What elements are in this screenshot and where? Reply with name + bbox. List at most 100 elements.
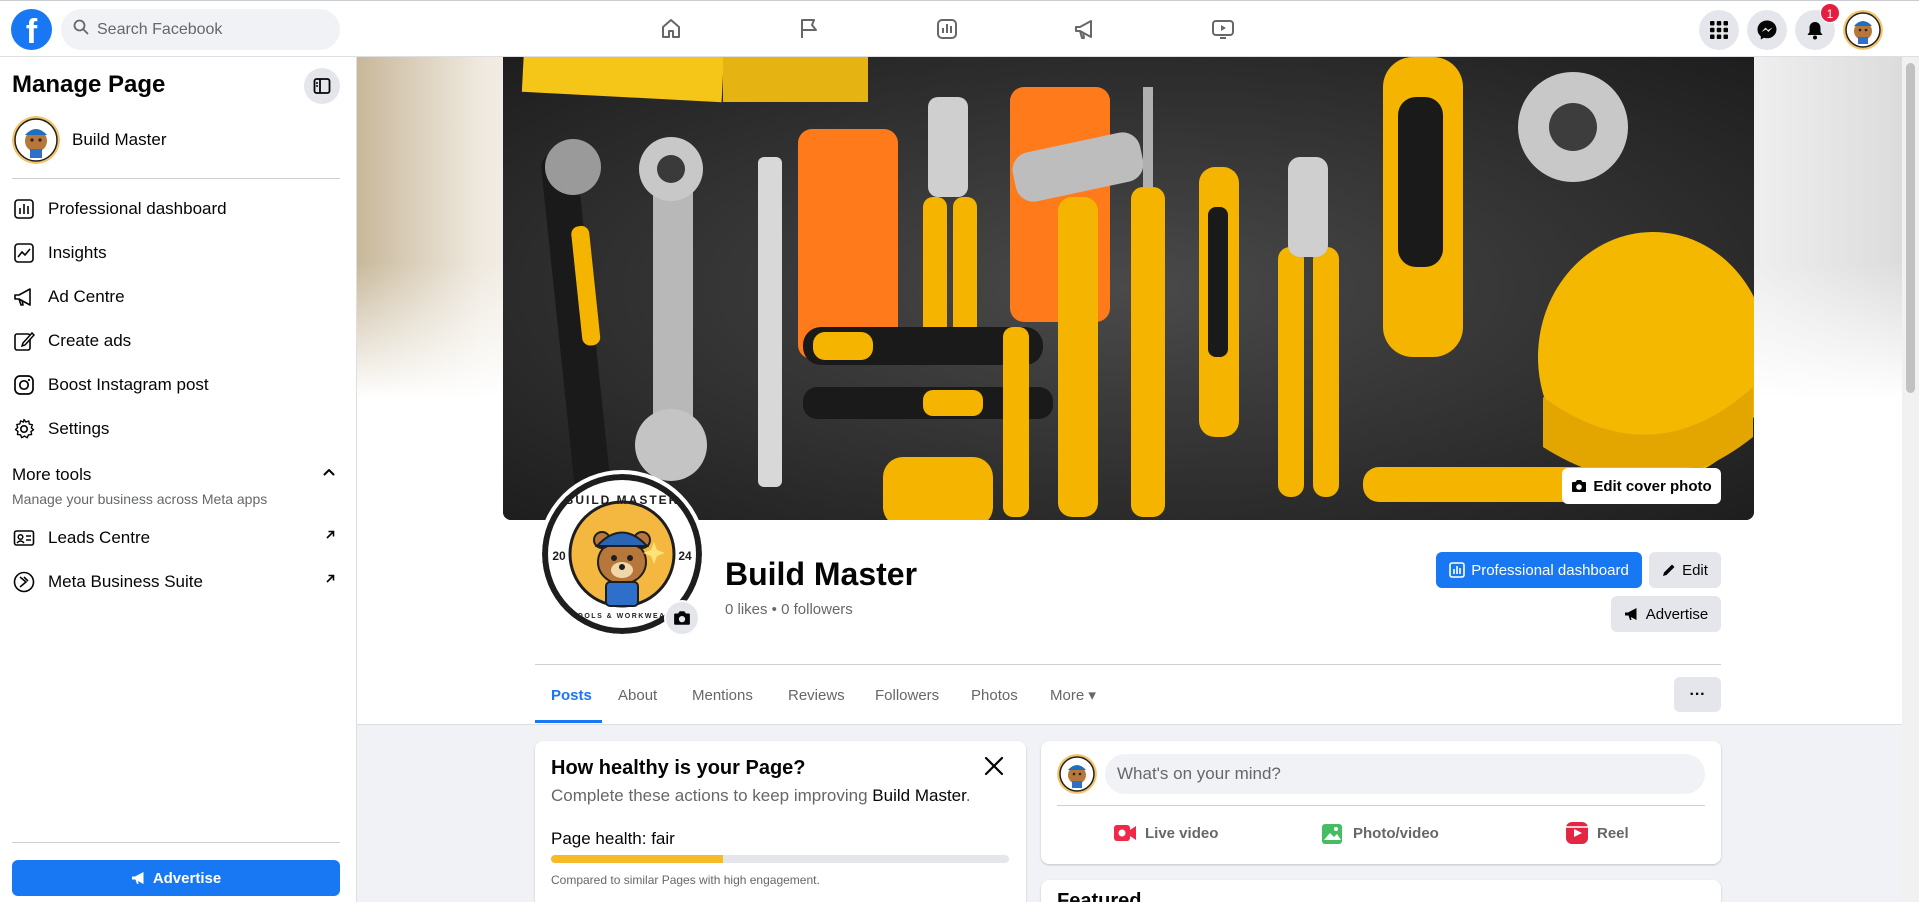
dashboard-icon	[12, 197, 36, 221]
sidebar-item-professional-dashboard[interactable]: Professional dashboard	[12, 191, 340, 227]
sidebar-page-switcher[interactable]: Build Master	[12, 116, 166, 164]
page-health-progress-bar	[551, 855, 1009, 863]
composer-input[interactable]	[1105, 754, 1705, 794]
top-navigation-bar: f 1	[0, 0, 1919, 57]
edit-cover-label: Edit cover photo	[1593, 477, 1712, 495]
composer-avatar[interactable]	[1057, 754, 1097, 794]
health-card-subtitle: Complete these actions to keep improving…	[551, 786, 971, 806]
search-input[interactable]	[97, 20, 317, 39]
badge-year-right: 24	[678, 549, 692, 563]
collapse-sidebar-icon[interactable]	[304, 68, 340, 104]
chevron-up-icon[interactable]	[322, 465, 336, 482]
photo-video-label: Photo/video	[1353, 824, 1439, 842]
pencil-icon	[12, 329, 36, 353]
megaphone-icon[interactable]	[1067, 13, 1103, 45]
search-box[interactable]	[61, 9, 340, 50]
sidebar-item-label: Boost Instagram post	[48, 375, 209, 394]
photo-video-button[interactable]: Photo/video	[1321, 813, 1439, 853]
sidebar-item-label: Insights	[48, 243, 107, 262]
tab-more[interactable]: More ▾	[1050, 670, 1096, 720]
advertise-label: Advertise	[152, 869, 222, 887]
pencil-icon	[1662, 563, 1676, 577]
page-avatar	[12, 116, 60, 164]
badge-year-left: 20	[552, 549, 566, 563]
edit-cover-photo-button[interactable]: Edit cover photo	[1562, 468, 1721, 504]
sidebar-item-insights[interactable]: Insights	[12, 235, 340, 271]
tab-photos[interactable]: Photos	[971, 670, 1018, 720]
megaphone-icon	[1624, 606, 1640, 622]
live-video-label: Live video	[1145, 824, 1219, 842]
menu-grid-icon[interactable]	[1699, 10, 1739, 50]
sidebar-item-label: Create ads	[48, 331, 132, 350]
tab-reviews[interactable]: Reviews	[788, 670, 845, 720]
professional-dashboard-button[interactable]: Professional dashboard	[1436, 552, 1642, 588]
sidebar-advertise-button[interactable]: Advertise	[12, 860, 340, 896]
megaphone-icon	[12, 285, 36, 309]
more-tools-heading[interactable]: More tools	[12, 465, 91, 485]
sidebar-item-label: Leads Centre	[48, 528, 151, 547]
live-video-button[interactable]: Live video	[1113, 813, 1218, 853]
health-card-subtitle-suffix: .	[965, 786, 971, 805]
sidebar-item-label: Ad Centre	[48, 287, 125, 306]
video-icon[interactable]	[1205, 13, 1241, 45]
gear-icon	[12, 417, 36, 441]
sidebar-item-settings[interactable]: Settings	[12, 411, 340, 447]
more-options-button[interactable]: ···	[1674, 677, 1721, 712]
facebook-logo[interactable]: f	[11, 9, 52, 50]
health-card-title: How healthy is your Page?	[551, 757, 806, 779]
close-icon[interactable]	[983, 753, 1005, 784]
composer-divider	[1057, 805, 1705, 806]
edit-label: Edit	[1682, 561, 1708, 579]
cover-photo[interactable]	[503, 57, 1754, 520]
external-link-icon	[324, 572, 336, 589]
meta-business-suite-icon	[12, 570, 36, 594]
page-title: Build Master	[725, 556, 918, 592]
live-video-icon	[1113, 823, 1137, 843]
manage-page-sidebar: Manage Page Build Master Professional da…	[0, 57, 357, 902]
sidebar-item-meta-business-suite[interactable]: Meta Business Suite	[12, 564, 340, 600]
dashboard-icon	[1449, 562, 1465, 578]
health-card-note: Compared to similar Pages with high enga…	[551, 873, 820, 887]
reel-button[interactable]: Reel	[1565, 813, 1629, 853]
tab-about[interactable]: About	[618, 670, 657, 720]
health-card-page-name: Build Master	[872, 786, 966, 805]
tabs-divider	[535, 664, 1721, 665]
sidebar-divider	[12, 178, 340, 179]
sidebar-page-name: Build Master	[72, 130, 167, 149]
sidebar-item-label: Professional dashboard	[48, 199, 227, 218]
page-health-status: Page health: fair	[551, 829, 675, 848]
sidebar-item-ad-centre[interactable]: Ad Centre	[12, 279, 340, 315]
sidebar-item-label: Settings	[48, 419, 110, 438]
messenger-icon[interactable]	[1747, 10, 1787, 50]
search-icon	[73, 19, 89, 40]
advertise-button[interactable]: Advertise	[1611, 596, 1721, 632]
scrollbar-thumb[interactable]	[1906, 63, 1915, 393]
badge-text-top: BUILD MASTER	[565, 493, 680, 507]
home-icon[interactable]	[653, 13, 689, 45]
post-composer-card: Live video Photo/video Reel	[1041, 741, 1721, 864]
sidebar-item-create-ads[interactable]: Create ads	[12, 323, 340, 359]
reel-icon	[1565, 821, 1589, 845]
active-tab-indicator	[535, 720, 602, 723]
page-health-progress-fill	[551, 855, 723, 863]
instagram-icon	[12, 373, 36, 397]
tab-posts[interactable]: Posts	[551, 670, 592, 720]
advertise-label: Advertise	[1645, 605, 1709, 623]
account-avatar[interactable]	[1843, 10, 1883, 50]
photo-icon	[1321, 821, 1345, 845]
page-scrollbar[interactable]	[1902, 57, 1919, 902]
pages-flag-icon[interactable]	[791, 13, 827, 45]
insights-icon[interactable]	[929, 13, 965, 45]
update-profile-picture-button[interactable]	[664, 600, 700, 636]
edit-page-button[interactable]: Edit	[1649, 552, 1721, 588]
tab-followers[interactable]: Followers	[875, 670, 939, 720]
sidebar-item-leads-centre[interactable]: Leads Centre	[12, 520, 340, 556]
camera-icon	[673, 610, 691, 626]
badge-text-bottom: TOOLS & WORKWEAR	[572, 613, 672, 620]
featured-card: Featured	[1041, 880, 1721, 902]
page-stats[interactable]: 0 likes • 0 followers	[725, 601, 853, 618]
health-card-subtitle-prefix: Complete these actions to keep improving	[551, 786, 873, 805]
tab-mentions[interactable]: Mentions	[692, 670, 753, 720]
external-link-icon	[324, 528, 336, 545]
sidebar-item-boost-instagram-post[interactable]: Boost Instagram post	[12, 367, 340, 403]
